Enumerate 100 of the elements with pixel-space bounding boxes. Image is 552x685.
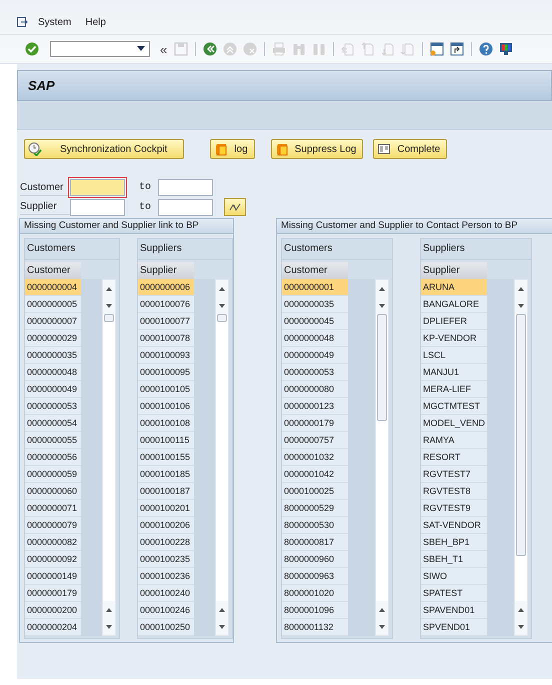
toolbar-button[interactable]: log [210,139,255,159]
table-cell[interactable]: MERA-LIEF [421,381,487,397]
scroll-down-icon[interactable] [105,302,113,308]
table-cell[interactable]: BANGALORE [421,296,487,312]
scroll-thumb[interactable] [217,314,227,322]
scroll-thumb[interactable] [377,314,387,421]
table-cell[interactable]: SPVEND01 [421,619,487,635]
menu-icon[interactable] [16,16,28,28]
command-field[interactable] [50,41,150,57]
table-cell[interactable]: 0000000123 [282,398,348,414]
table-cell[interactable]: 0000000048 [282,330,348,346]
table-cell[interactable]: 0000000049 [282,347,348,363]
table-cell[interactable]: 0000000079 [25,517,81,533]
scroll-down-icon[interactable] [378,302,386,308]
scroll-up-icon[interactable] [218,286,226,292]
scrollbar[interactable] [102,279,116,636]
table-cell[interactable]: 0000100235 [138,551,194,567]
scroll-down-icon[interactable] [517,624,525,630]
scroll-down-icon[interactable] [218,624,226,630]
scroll-down-icon[interactable] [105,624,113,630]
table-cell[interactable]: 0000000053 [25,398,81,414]
table-cell[interactable]: 0000000149 [25,568,81,584]
table-cell[interactable]: 0000000204 [25,619,81,635]
table-cell[interactable]: DPLIEFER [421,313,487,329]
column-header[interactable]: Customer [282,262,348,279]
toolbar-button[interactable]: Synchronization Cockpit [24,139,184,159]
multiple-selection-button[interactable] [224,198,246,216]
table-cell[interactable]: 0000000054 [25,415,81,431]
scroll-up-icon[interactable] [378,606,386,612]
scroll-up-icon[interactable] [378,286,386,292]
table-cell[interactable]: 0000100228 [138,534,194,550]
table-cell[interactable]: 0000000005 [25,296,81,312]
table-cell[interactable]: 0000100115 [138,432,194,448]
table-cell[interactable]: 8000001020 [282,585,348,601]
back-icon[interactable] [202,41,218,57]
table-cell[interactable]: MANJU1 [421,364,487,380]
scroll-down-icon[interactable] [517,302,525,308]
table-cell[interactable]: 0000000757 [282,432,348,448]
table-cell[interactable]: SPAVEND01 [421,602,487,618]
column-header[interactable]: Supplier [138,262,194,279]
table-cell[interactable]: 0000000092 [25,551,81,567]
table-cell[interactable]: 0000100201 [138,500,194,516]
table-cell[interactable]: MODEL_VEND [421,415,487,431]
table-cell[interactable]: 0000100106 [138,398,194,414]
table-cell[interactable]: 0000000035 [25,347,81,363]
table-cell[interactable]: 0000000001 [282,279,348,295]
help-icon[interactable] [478,41,494,57]
table-cell[interactable]: 0000000179 [282,415,348,431]
scroll-thumb[interactable] [516,314,526,556]
input-field[interactable] [158,198,213,216]
table-cell[interactable]: 0000000049 [25,381,81,397]
table-cell[interactable]: 8000000530 [282,517,348,533]
table-cell[interactable]: 0000100236 [138,568,194,584]
table-cell[interactable]: 0000001032 [282,449,348,465]
window-icon[interactable] [429,41,446,57]
table-cell[interactable]: 0000000055 [25,432,81,448]
table-cell[interactable]: 0000100108 [138,415,194,431]
table-cell[interactable]: 0000100095 [138,364,194,380]
table-cell[interactable]: KP-VENDOR [421,330,487,346]
collapse-button[interactable]: « [160,42,168,56]
table-cell[interactable]: LSCL [421,347,487,363]
table-cell[interactable]: 0000000071 [25,500,81,516]
table-cell[interactable]: 0000100105 [138,381,194,397]
scroll-down-icon[interactable] [218,302,226,308]
table-cell[interactable]: 0000100155 [138,449,194,465]
table-cell[interactable]: SAT-VENDOR [421,517,487,533]
table-cell[interactable]: 0000000200 [25,602,81,618]
table-cell[interactable]: 0000000053 [282,364,348,380]
table-cell[interactable]: MGCTMTEST [421,398,487,414]
table-cell[interactable]: 8000000529 [282,500,348,516]
input-field[interactable] [70,179,125,196]
table-cell[interactable]: 8000000817 [282,534,348,550]
table-cell[interactable]: 0000000060 [25,483,81,499]
scrollbar[interactable] [514,279,528,636]
scroll-down-icon[interactable] [378,624,386,630]
window-icon[interactable] [449,41,466,57]
scroll-up-icon[interactable] [105,286,113,292]
table-cell[interactable]: 0000100025 [282,483,348,499]
column-header[interactable]: Supplier [421,262,487,279]
table-cell[interactable]: SBEH_BP1 [421,534,487,550]
menu-item[interactable]: Help [85,16,106,28]
table-cell[interactable]: 0000000059 [25,466,81,482]
table-cell[interactable]: 0000100185 [138,466,194,482]
table-cell[interactable]: 0000000007 [25,313,81,329]
table-cell[interactable]: 0000000082 [25,534,81,550]
table-cell[interactable]: 0000100250 [138,619,194,635]
table-cell[interactable]: RGVTEST9 [421,500,487,516]
table-cell[interactable]: 0000001042 [282,466,348,482]
table-cell[interactable]: 0000000056 [25,449,81,465]
table-cell[interactable]: RAMYA [421,432,487,448]
dropdown-icon[interactable] [137,46,145,52]
table-cell[interactable]: 0000000179 [25,585,81,601]
table-cell[interactable]: ARUNA [421,279,487,295]
table-cell[interactable]: 0000100077 [138,313,194,329]
table-cell[interactable]: 0000100240 [138,585,194,601]
table-cell[interactable]: 0000100076 [138,296,194,312]
monitor-icon[interactable] [498,41,514,57]
scrollbar[interactable] [215,279,229,636]
scroll-up-icon[interactable] [105,606,113,612]
toolbar-button[interactable]: Suppress Log [270,139,364,159]
